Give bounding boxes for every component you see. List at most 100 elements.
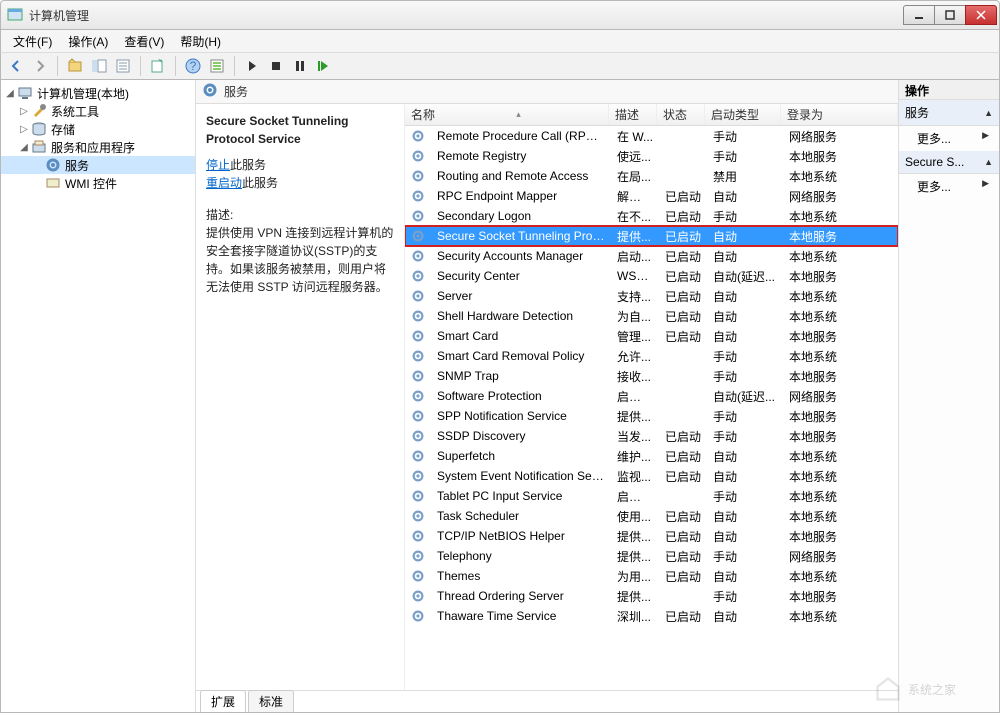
menu-action[interactable]: 操作(A) — [60, 31, 116, 52]
restart-service-link[interactable]: 重启动 — [206, 176, 242, 190]
actions-section-selected[interactable]: Secure S...▲ — [899, 151, 999, 174]
actions-more-2[interactable]: 更多...▶ — [899, 174, 999, 199]
service-row[interactable]: Superfetch维护...已启动自动本地系统 — [405, 446, 898, 466]
service-logon: 本地系统 — [783, 568, 898, 585]
show-hide-tree-button[interactable] — [88, 55, 110, 77]
collapse-icon[interactable]: ◢ — [17, 142, 31, 153]
service-row[interactable]: Themes为用...已启动自动本地系统 — [405, 566, 898, 586]
stop-service-button[interactable] — [265, 55, 287, 77]
column-logon[interactable]: 登录为 — [781, 104, 898, 125]
service-icon — [411, 328, 427, 344]
service-row[interactable]: System Event Notification Ser...监视...已启动… — [405, 466, 898, 486]
menu-help[interactable]: 帮助(H) — [172, 31, 229, 52]
tree-wmi[interactable]: WMI 控件 — [1, 174, 195, 192]
menu-view[interactable]: 查看(V) — [116, 31, 172, 52]
service-row[interactable]: Telephony提供...已启动手动网络服务 — [405, 546, 898, 566]
service-icon — [411, 308, 427, 324]
collapse-icon: ▲ — [984, 108, 993, 118]
restart-service-button[interactable] — [313, 55, 335, 77]
tree-storage[interactable]: ▷ 存储 — [1, 120, 195, 138]
service-row[interactable]: SNMP Trap接收...手动本地服务 — [405, 366, 898, 386]
chevron-right-icon: ▶ — [982, 130, 989, 147]
stop-service-link[interactable]: 停止 — [206, 158, 230, 172]
service-desc: 维护... — [611, 448, 659, 465]
service-row[interactable]: Secure Socket Tunneling Prot...提供...已启动自… — [405, 226, 898, 246]
service-status: 已启动 — [659, 208, 707, 225]
service-logon: 本地系统 — [783, 488, 898, 505]
services-list: 名称▴ 描述 状态 启动类型 登录为 Remote Procedure Call… — [404, 104, 898, 690]
service-row[interactable]: Thaware Time Service深圳...已启动自动本地系统 — [405, 606, 898, 626]
minimize-button[interactable] — [903, 5, 935, 25]
tree-root[interactable]: ◢ 计算机管理(本地) — [1, 84, 195, 102]
service-icon — [411, 488, 427, 504]
actions-more-1[interactable]: 更多...▶ — [899, 126, 999, 151]
column-status[interactable]: 状态 — [657, 104, 705, 125]
maximize-button[interactable] — [934, 5, 966, 25]
service-row[interactable]: Remote Procedure Call (RPC)...在 W...手动网络… — [405, 126, 898, 146]
column-desc[interactable]: 描述 — [609, 104, 657, 125]
service-row[interactable]: RPC Endpoint Mapper解析 ...已启动自动网络服务 — [405, 186, 898, 206]
service-row[interactable]: Smart Card管理...已启动自动本地服务 — [405, 326, 898, 346]
view-tabs: 扩展 标准 — [196, 690, 898, 712]
service-startup: 自动 — [707, 528, 783, 545]
column-name[interactable]: 名称▴ — [405, 104, 609, 125]
service-desc: 提供... — [611, 408, 659, 425]
start-service-button[interactable] — [241, 55, 263, 77]
tree-services-apps[interactable]: ◢ 服务和应用程序 — [1, 138, 195, 156]
service-startup: 自动(延迟... — [707, 388, 783, 405]
tab-extended[interactable]: 扩展 — [200, 690, 246, 712]
service-row[interactable]: Task Scheduler使用...已启动自动本地系统 — [405, 506, 898, 526]
close-button[interactable] — [965, 5, 997, 25]
service-row[interactable]: Server支持...已启动自动本地系统 — [405, 286, 898, 306]
service-startup: 自动 — [707, 228, 783, 245]
service-row[interactable]: Thread Ordering Server提供...手动本地服务 — [405, 586, 898, 606]
service-row[interactable]: SSDP Discovery当发...已启动手动本地服务 — [405, 426, 898, 446]
watermark: 系统之家 — [874, 669, 994, 709]
back-button[interactable] — [5, 55, 27, 77]
service-row[interactable]: Shell Hardware Detection为自...已启动自动本地系统 — [405, 306, 898, 326]
service-desc: 提供... — [611, 528, 659, 545]
pause-service-button[interactable] — [289, 55, 311, 77]
expand-icon[interactable]: ▷ — [17, 106, 31, 117]
help-button[interactable]: ? — [182, 55, 204, 77]
service-row[interactable]: Tablet PC Input Service启用 ...手动本地系统 — [405, 486, 898, 506]
service-desc: 在 W... — [611, 128, 659, 145]
refresh-button[interactable] — [206, 55, 228, 77]
detail-pane: Secure Socket Tunneling Protocol Service… — [196, 104, 404, 690]
service-name: Secondary Logon — [431, 209, 611, 223]
service-row[interactable]: Software Protection启用 ...自动(延迟...网络服务 — [405, 386, 898, 406]
service-row[interactable]: Secondary Logon在不...已启动手动本地系统 — [405, 206, 898, 226]
tab-standard[interactable]: 标准 — [248, 690, 294, 712]
service-name: Security Accounts Manager — [431, 249, 611, 263]
apps-icon — [31, 139, 47, 155]
tree-services[interactable]: 服务 — [1, 156, 195, 174]
actions-header: 操作 — [899, 80, 999, 100]
service-logon: 本地系统 — [783, 508, 898, 525]
service-icon — [411, 388, 427, 404]
service-row[interactable]: Security CenterWSC...已启动自动(延迟...本地服务 — [405, 266, 898, 286]
properties-button[interactable] — [112, 55, 134, 77]
column-startup[interactable]: 启动类型 — [705, 104, 781, 125]
tree-system-tools[interactable]: ▷ 系统工具 — [1, 102, 195, 120]
up-button[interactable] — [64, 55, 86, 77]
service-row[interactable]: SPP Notification Service提供...手动本地服务 — [405, 406, 898, 426]
expand-icon[interactable]: ▷ — [17, 124, 31, 135]
gear-icon — [202, 82, 218, 101]
list-header: 名称▴ 描述 状态 启动类型 登录为 — [405, 104, 898, 126]
actions-section-services[interactable]: 服务▲ — [899, 100, 999, 126]
export-button[interactable] — [147, 55, 169, 77]
service-row[interactable]: Security Accounts Manager启动...已启动自动本地系统 — [405, 246, 898, 266]
service-desc: 解析 ... — [611, 188, 659, 205]
service-startup: 自动 — [707, 308, 783, 325]
service-status: 已启动 — [659, 468, 707, 485]
service-row[interactable]: Routing and Remote Access在局...禁用本地系统 — [405, 166, 898, 186]
service-row[interactable]: TCP/IP NetBIOS Helper提供...已启动自动本地服务 — [405, 526, 898, 546]
forward-button[interactable] — [29, 55, 51, 77]
service-name: Security Center — [431, 269, 611, 283]
menu-file[interactable]: 文件(F) — [5, 31, 60, 52]
service-row[interactable]: Smart Card Removal Policy允许...手动本地系统 — [405, 346, 898, 366]
collapse-icon[interactable]: ◢ — [3, 88, 17, 99]
service-status: 已启动 — [659, 188, 707, 205]
service-logon: 网络服务 — [783, 388, 898, 405]
service-row[interactable]: Remote Registry使远...手动本地服务 — [405, 146, 898, 166]
